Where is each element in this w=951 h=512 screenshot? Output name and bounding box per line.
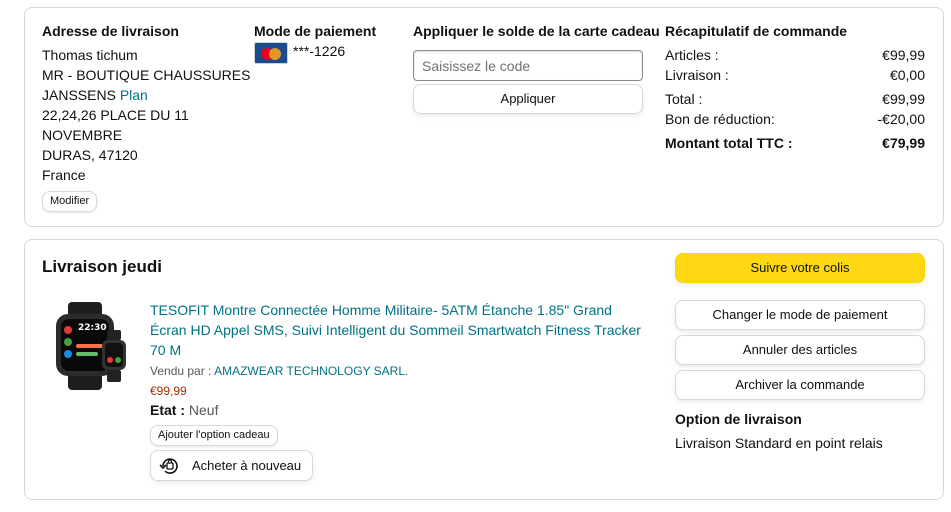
track-package-button[interactable]: Suivre votre colis	[675, 253, 925, 283]
product-price: €99,99	[150, 384, 187, 398]
payment-method-heading: Mode de paiement	[254, 23, 377, 39]
condition-value: Neuf	[188, 402, 219, 418]
product-image[interactable]: 22:30	[52, 300, 134, 394]
product-condition: Etat : Neuf	[150, 400, 218, 420]
buy-again-icon	[159, 458, 178, 474]
address-line: DURAS, 47120	[42, 147, 138, 163]
product-title-line: TESOFIT Montre Connectée Homme Militaire…	[150, 302, 612, 318]
cancel-items-button[interactable]: Annuler des articles	[675, 335, 925, 365]
sold-by: Vendu par : AMAZWEAR TECHNOLOGY SARL.	[150, 363, 408, 379]
archive-order-button[interactable]: Archiver la commande	[675, 370, 925, 400]
product-title-line: Écran HD Appel SMS, Suivi Intelligent du…	[150, 322, 641, 338]
gift-card-heading: Appliquer le solde de la carte cadeau	[413, 23, 660, 39]
address-line: 22,24,26 PLACE DU 11	[42, 107, 189, 123]
watch-time-text: 22:30	[78, 323, 107, 333]
condition-label: Etat :	[150, 402, 185, 418]
card-number: ***-1226	[293, 43, 346, 59]
product-title-line: 70 M	[150, 342, 182, 358]
address-line: Thomas tichum	[42, 47, 138, 63]
delivery-option-value: Livraison Standard en point relais	[675, 435, 883, 451]
product-title-link[interactable]: TESOFIT Montre Connectée Homme Militaire…	[150, 300, 650, 360]
order-summary: Articles : €99,99 Livraison : €0,00 Total …	[665, 47, 925, 151]
address-line: JANSSENS Plan	[42, 87, 148, 103]
mastercard-icon	[254, 42, 288, 64]
map-link[interactable]: Plan	[120, 87, 148, 103]
shipping-address: Thomas tichum MR - BOUTIQUE CHAUSSURES J…	[42, 45, 250, 185]
apply-gift-card-button[interactable]: Appliquer	[413, 84, 643, 114]
buy-again-button[interactable]: Acheter à nouveau	[150, 450, 313, 481]
delivery-option-heading: Option de livraison	[675, 411, 802, 427]
gift-card-code-input[interactable]	[413, 50, 643, 81]
delivery-date-heading: Livraison jeudi	[42, 257, 162, 276]
sold-by-label: Vendu par :	[150, 364, 212, 378]
address-line: France	[42, 167, 86, 183]
modify-address-button[interactable]: Modifier	[42, 191, 98, 212]
order-summary-heading: Récapitulatif de commande	[665, 23, 848, 39]
buy-again-label: Acheter à nouveau	[192, 458, 302, 473]
seller-link[interactable]: AMAZWEAR TECHNOLOGY SARL.	[214, 364, 408, 378]
shipping-address-heading: Adresse de livraison	[42, 23, 179, 39]
change-payment-method-button[interactable]: Changer le mode de paiement	[675, 300, 925, 330]
address-line: MR - BOUTIQUE CHAUSSURES	[42, 67, 251, 83]
add-gift-option-button[interactable]: Ajouter l'option cadeau	[150, 425, 278, 446]
address-line: NOVEMBRE	[42, 127, 123, 143]
